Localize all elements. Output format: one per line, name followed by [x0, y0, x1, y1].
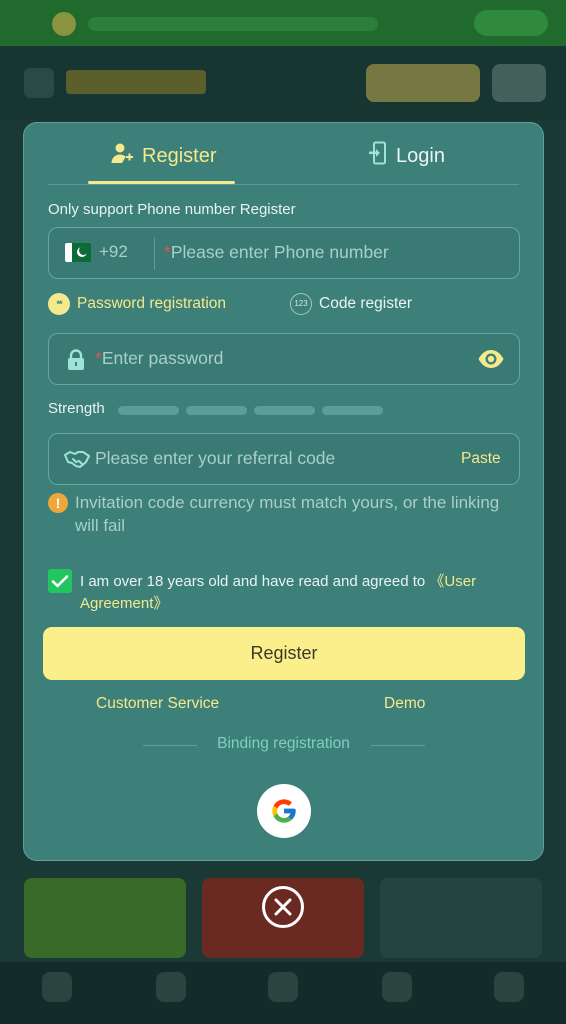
check-icon	[51, 575, 69, 588]
background-header	[0, 46, 566, 120]
login-door-icon	[368, 141, 388, 171]
background-nav-icon	[42, 972, 72, 1002]
flag-stripe	[65, 243, 72, 262]
password-mode-icon: **	[48, 293, 70, 315]
strength-segment	[322, 406, 383, 415]
country-code[interactable]: +92	[99, 242, 128, 262]
auth-tabs: Register Login	[24, 123, 543, 185]
background-tile	[380, 878, 542, 958]
google-icon	[272, 799, 296, 823]
background-nav-icon	[494, 972, 524, 1002]
tab-login[interactable]: Login	[368, 139, 445, 173]
strength-segment	[118, 406, 179, 415]
google-login-button[interactable]	[257, 784, 311, 838]
background-menu-icon	[24, 68, 54, 98]
strength-segment	[254, 406, 315, 415]
warning-text: Invitation code currency must match your…	[75, 493, 500, 535]
customer-service-link[interactable]: Customer Service	[96, 695, 219, 713]
background-bar	[88, 17, 378, 31]
background-pill	[474, 10, 548, 36]
binding-registration-label: Binding registration	[217, 735, 350, 752]
required-mark: *	[95, 348, 102, 368]
handshake-icon	[64, 449, 90, 474]
background-button-secondary	[492, 64, 546, 102]
background-logo	[66, 70, 206, 94]
background-nav-icon	[268, 972, 298, 1002]
mode-code-register[interactable]: 123 Code register	[290, 293, 412, 315]
tab-login-label: Login	[396, 144, 445, 167]
phone-field[interactable]: +92 *Please enter Phone number	[48, 227, 520, 279]
password-field[interactable]: *Enter password	[48, 333, 520, 385]
active-tab-indicator	[88, 181, 235, 184]
register-modal: Register Login Only support Phone number…	[23, 122, 544, 861]
password-strength: Strength	[48, 399, 520, 419]
register-button[interactable]: Register	[43, 627, 525, 680]
background-tile	[24, 878, 186, 958]
tabs-divider	[48, 184, 519, 185]
mode-code-label: Code register	[319, 295, 413, 312]
field-separator	[154, 237, 155, 270]
phone-input[interactable]: *Please enter Phone number	[164, 242, 504, 263]
tab-register-label: Register	[142, 144, 217, 167]
binding-registration-divider: Binding registration	[24, 735, 543, 757]
mode-password-label: Password registration	[77, 295, 227, 312]
agreement-statement: I am over 18 years old and have read and…	[80, 573, 426, 590]
paste-button[interactable]: Paste	[461, 450, 501, 468]
footer-links: Customer Service Demo	[24, 695, 543, 717]
strength-label: Strength	[48, 400, 105, 417]
background-coin-icon	[52, 12, 76, 36]
agreement-text: I am over 18 years old and have read and…	[80, 571, 520, 615]
background-bottom-nav	[0, 962, 566, 1024]
password-placeholder: Enter password	[101, 348, 224, 368]
pakistan-flag-icon[interactable]	[65, 243, 91, 262]
phone-placeholder: Please enter Phone number	[170, 242, 389, 262]
background-nav-icon	[156, 972, 186, 1002]
background-nav-icon	[382, 972, 412, 1002]
form-subtitle: Only support Phone number Register	[48, 201, 296, 218]
mode-password-registration[interactable]: ** Password registration	[48, 293, 226, 315]
add-user-icon	[110, 141, 134, 171]
warning-icon: !	[48, 493, 68, 513]
strength-segment	[186, 406, 247, 415]
referral-input[interactable]: Please enter your referral code	[95, 448, 435, 469]
referral-field[interactable]: Please enter your referral code Paste	[48, 433, 520, 485]
close-modal-button[interactable]	[262, 886, 304, 928]
agreement-checkbox[interactable]	[48, 569, 72, 593]
tab-register[interactable]: Register	[110, 139, 216, 173]
flag-crescent-cut	[79, 246, 88, 255]
code-mode-icon: 123	[290, 293, 312, 315]
background-announcement-bar	[0, 0, 566, 46]
password-input[interactable]: *Enter password	[95, 348, 455, 369]
close-icon	[274, 898, 292, 916]
registration-mode-selector: ** Password registration 123 Code regist…	[48, 293, 520, 319]
eye-icon[interactable]	[477, 349, 505, 374]
demo-link[interactable]: Demo	[384, 695, 425, 713]
required-mark: *	[164, 242, 171, 262]
lock-icon	[66, 349, 86, 376]
background-button	[366, 64, 480, 102]
